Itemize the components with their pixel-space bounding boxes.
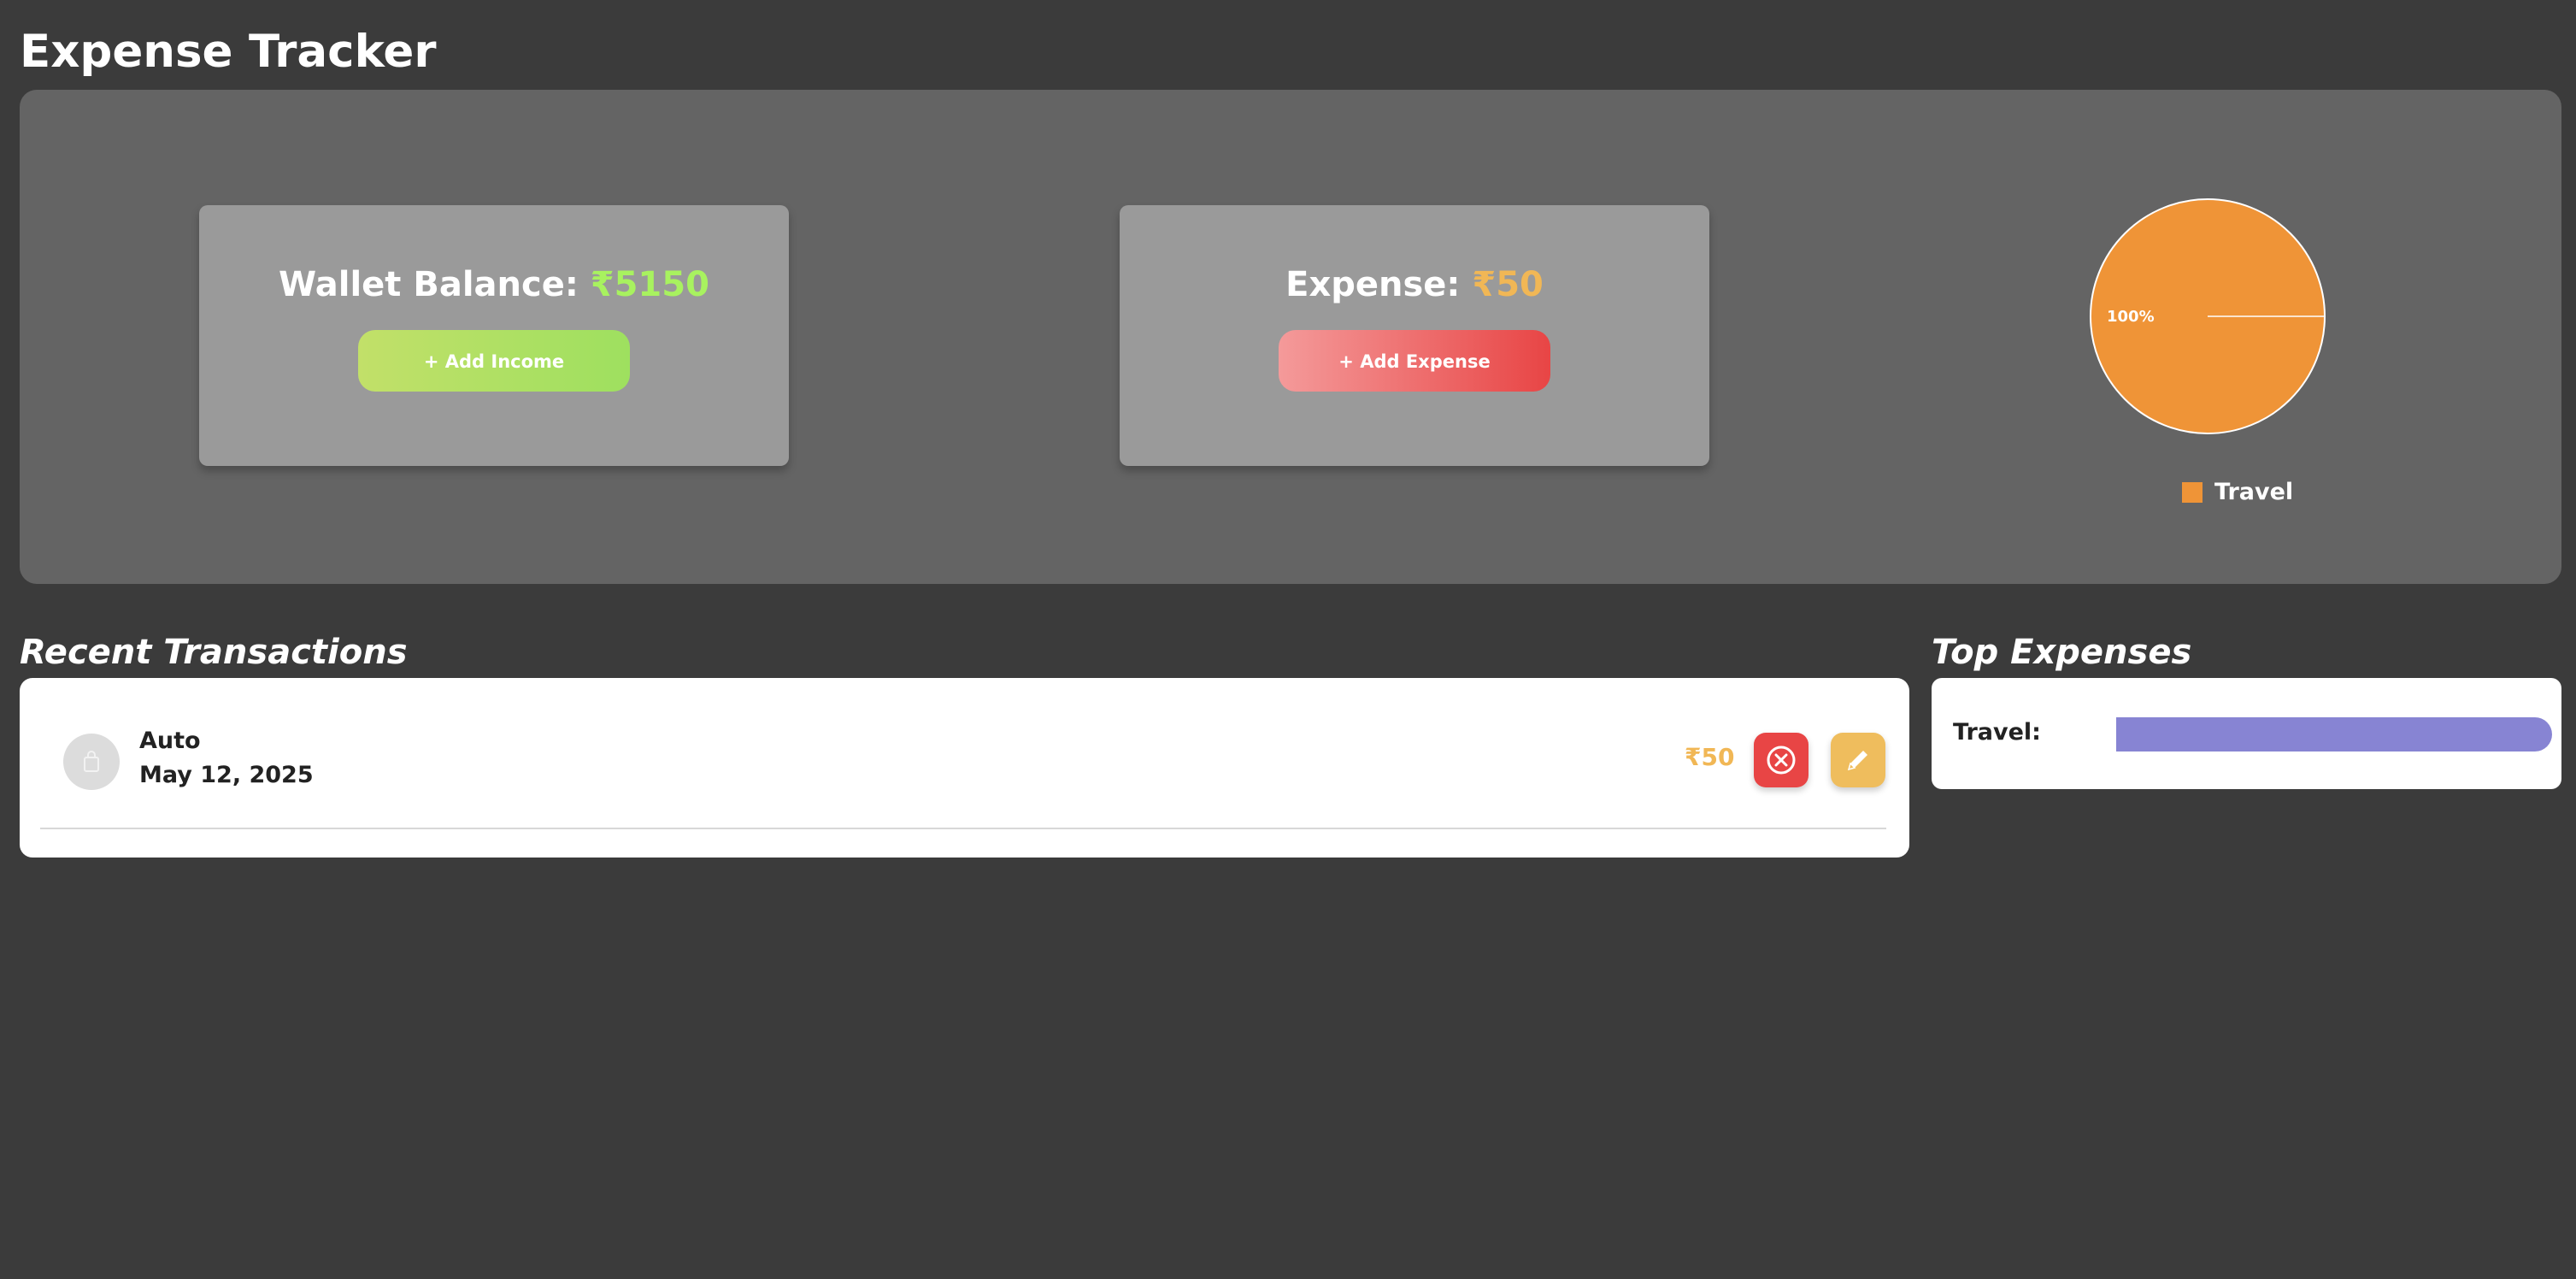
shopping-bag-icon <box>63 734 120 790</box>
pencil-icon <box>1847 751 1867 771</box>
bar-label-travel: Travel: <box>1953 719 2041 746</box>
transaction-amount: ₹50 <box>1685 743 1735 771</box>
pie-chart-svg: 100% <box>2090 198 2326 434</box>
top-expenses-panel: Travel: <box>1932 678 2561 789</box>
recent-transactions-heading: Recent Transactions <box>20 633 408 672</box>
pie-data-label: 100% <box>2107 308 2155 326</box>
transaction-row: Auto May 12, 2025 ₹50 <box>40 712 1886 829</box>
add-income-button[interactable]: + Add Income <box>358 330 630 392</box>
add-expense-button[interactable]: + Add Expense <box>1279 330 1550 392</box>
expense-pie-chart: 100% Travel <box>2088 197 2361 530</box>
wallet-balance-card: Wallet Balance: ₹5150 + Add Income <box>199 205 789 466</box>
expense-amount: ₹50 <box>1472 265 1544 304</box>
top-expenses-heading: Top Expenses <box>1932 633 2192 672</box>
wallet-balance-amount: ₹5150 <box>590 265 709 304</box>
summary-panel: Wallet Balance: ₹5150 + Add Income Expen… <box>20 90 2561 584</box>
transaction-name: Auto <box>139 728 201 754</box>
expense-title: Expense: ₹50 <box>1120 265 1709 304</box>
legend-swatch-travel <box>2182 481 2203 503</box>
transaction-date: May 12, 2025 <box>139 762 314 788</box>
delete-button[interactable] <box>1754 733 1808 787</box>
bar-track-travel <box>2116 717 2552 751</box>
expense-card: Expense: ₹50 + Add Expense <box>1120 205 1709 466</box>
wallet-balance-title: Wallet Balance: ₹5150 <box>199 265 789 304</box>
legend-label-travel: Travel <box>2214 479 2294 505</box>
bar-travel <box>2116 717 2552 751</box>
edit-button[interactable] <box>1831 733 1885 787</box>
expense-label: Expense: <box>1285 265 1461 304</box>
page-title: Expense Tracker <box>20 26 437 78</box>
recent-transactions-panel: Auto May 12, 2025 ₹50 <box>20 678 1909 858</box>
close-circle-icon <box>1767 746 1796 775</box>
wallet-balance-label: Wallet Balance: <box>279 265 579 304</box>
pie-legend: Travel <box>2182 479 2293 505</box>
